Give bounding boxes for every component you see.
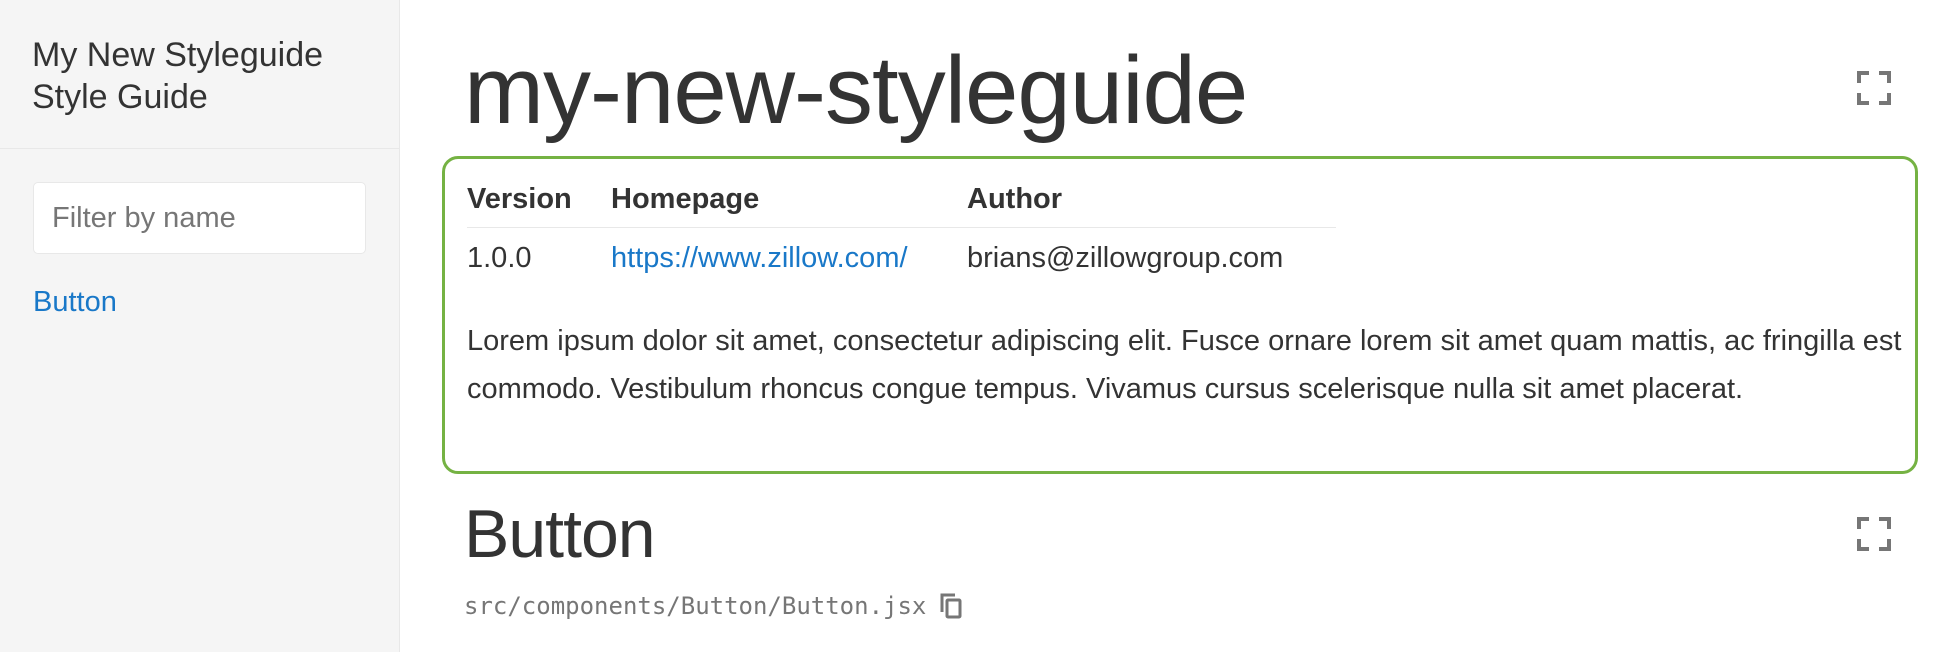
meta-version: 1.0.0 <box>467 241 532 274</box>
component-path-row: src/components/Button/Button.jsx <box>464 592 964 620</box>
meta-homepage-cell: https://www.zillow.com/ <box>611 227 967 289</box>
meta-header-homepage: Homepage <box>611 173 967 228</box>
meta-header-author: Author <box>967 173 1336 228</box>
page-title: my-new-styleguide <box>464 37 1248 144</box>
homepage-link[interactable]: https://www.zillow.com/ <box>611 242 908 274</box>
sidebar-header: My New Styleguide Style Guide <box>0 0 399 149</box>
styleguide-title: My New Styleguide Style Guide <box>32 36 324 116</box>
sidebar: My New Styleguide Style Guide Button <box>0 0 400 652</box>
filter-input[interactable] <box>33 182 366 254</box>
fullscreen-icon[interactable] <box>1857 517 1891 551</box>
section-title: Button <box>464 496 656 572</box>
component-path: src/components/Button/Button.jsx <box>464 592 927 620</box>
main-content: my-new-styleguide Version Homepage Autho… <box>400 0 1960 652</box>
nav-item: Button <box>33 286 366 319</box>
filter-wrap <box>0 149 399 254</box>
meta-author: brians@zillowgroup.com <box>967 241 1284 274</box>
meta-row: 1.0.0 https://www.zillow.com/ brians@zil… <box>467 227 1336 289</box>
component-nav: Button <box>0 254 399 319</box>
fullscreen-icon[interactable] <box>1857 71 1891 105</box>
description-text: Lorem ipsum dolor sit amet, consectetur … <box>467 325 1902 405</box>
nav-link-button[interactable]: Button <box>33 286 117 318</box>
intro-box: Version Homepage Author 1.0.0 https://ww… <box>442 156 1918 474</box>
meta-table: Version Homepage Author 1.0.0 https://ww… <box>467 173 1336 289</box>
meta-header-row: Version Homepage Author <box>467 173 1336 228</box>
copy-icon[interactable] <box>938 592 964 620</box>
meta-header-version: Version <box>467 173 611 228</box>
